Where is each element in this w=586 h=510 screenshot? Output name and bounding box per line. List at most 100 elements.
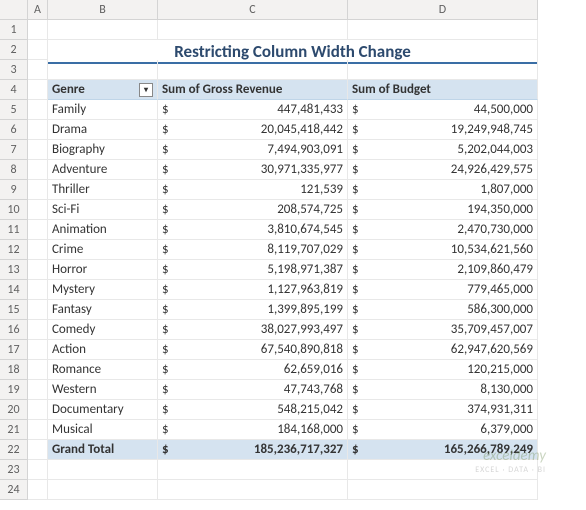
gross-cell[interactable]: $5,198,971,387 bbox=[158, 260, 348, 280]
budget-cell[interactable]: $62,947,620,569 bbox=[348, 340, 538, 360]
row-header-18[interactable]: 18 bbox=[0, 360, 28, 380]
genre-cell[interactable]: Adventure bbox=[48, 160, 158, 180]
genre-cell[interactable]: Western bbox=[48, 380, 158, 400]
gross-cell[interactable]: $208,574,725 bbox=[158, 200, 348, 220]
gross-cell[interactable]: $8,119,707,029 bbox=[158, 240, 348, 260]
budget-cell[interactable]: $44,500,000 bbox=[348, 100, 538, 120]
cell[interactable] bbox=[348, 60, 538, 80]
cell[interactable] bbox=[28, 80, 48, 100]
cell[interactable] bbox=[28, 200, 48, 220]
gross-cell[interactable]: $1,399,895,199 bbox=[158, 300, 348, 320]
gross-cell[interactable]: $447,481,433 bbox=[158, 100, 348, 120]
genre-cell[interactable]: Drama bbox=[48, 120, 158, 140]
budget-cell[interactable]: $35,709,457,007 bbox=[348, 320, 538, 340]
budget-cell[interactable]: $1,807,000 bbox=[348, 180, 538, 200]
gross-cell[interactable]: $548,215,042 bbox=[158, 400, 348, 420]
row-header-3[interactable]: 3 bbox=[0, 60, 28, 80]
genre-cell[interactable]: Musical bbox=[48, 420, 158, 440]
row-header-17[interactable]: 17 bbox=[0, 340, 28, 360]
genre-cell[interactable]: Fantasy bbox=[48, 300, 158, 320]
cell[interactable] bbox=[28, 120, 48, 140]
cell[interactable] bbox=[48, 60, 158, 80]
cell[interactable] bbox=[28, 140, 48, 160]
budget-cell[interactable]: $19,249,948,745 bbox=[348, 120, 538, 140]
row-header-16[interactable]: 16 bbox=[0, 320, 28, 340]
cell[interactable] bbox=[28, 320, 48, 340]
cell[interactable] bbox=[28, 440, 48, 460]
cell[interactable] bbox=[28, 20, 48, 40]
row-header-15[interactable]: 15 bbox=[0, 300, 28, 320]
pivot-header-gross[interactable]: Sum of Gross Revenue bbox=[158, 80, 348, 100]
cell[interactable] bbox=[28, 460, 48, 480]
row-header-22[interactable]: 22 bbox=[0, 440, 28, 460]
budget-cell[interactable]: $24,926,429,575 bbox=[348, 160, 538, 180]
row-header-21[interactable]: 21 bbox=[0, 420, 28, 440]
row-header-20[interactable]: 20 bbox=[0, 400, 28, 420]
cell[interactable] bbox=[28, 180, 48, 200]
genre-cell[interactable]: Romance bbox=[48, 360, 158, 380]
budget-cell[interactable]: $779,465,000 bbox=[348, 280, 538, 300]
budget-cell[interactable]: $8,130,000 bbox=[348, 380, 538, 400]
cell[interactable] bbox=[28, 40, 48, 60]
gross-cell[interactable]: $67,540,890,818 bbox=[158, 340, 348, 360]
row-header-4[interactable]: 4 bbox=[0, 80, 28, 100]
gross-cell[interactable]: $30,971,335,977 bbox=[158, 160, 348, 180]
gross-cell[interactable]: $1,127,963,819 bbox=[158, 280, 348, 300]
filter-icon[interactable]: ▾ bbox=[139, 83, 153, 97]
genre-cell[interactable]: Horror bbox=[48, 260, 158, 280]
row-header-5[interactable]: 5 bbox=[0, 100, 28, 120]
gross-cell[interactable]: $62,659,016 bbox=[158, 360, 348, 380]
pivot-header-genre[interactable]: Genre▾ bbox=[48, 80, 158, 100]
cell[interactable] bbox=[28, 400, 48, 420]
gross-cell[interactable]: $7,494,903,091 bbox=[158, 140, 348, 160]
cell[interactable] bbox=[48, 20, 158, 40]
row-header-6[interactable]: 6 bbox=[0, 120, 28, 140]
budget-cell[interactable]: $10,534,621,560 bbox=[348, 240, 538, 260]
cell[interactable] bbox=[28, 280, 48, 300]
col-header-C[interactable]: C bbox=[158, 0, 348, 20]
cell[interactable] bbox=[28, 380, 48, 400]
genre-cell[interactable]: Biography bbox=[48, 140, 158, 160]
gross-cell[interactable]: $184,168,000 bbox=[158, 420, 348, 440]
budget-cell[interactable]: $194,350,000 bbox=[348, 200, 538, 220]
genre-cell[interactable]: Crime bbox=[48, 240, 158, 260]
row-header-2[interactable]: 2 bbox=[0, 40, 28, 60]
cell[interactable] bbox=[28, 480, 48, 500]
genre-cell[interactable]: Action bbox=[48, 340, 158, 360]
gross-cell[interactable]: $121,539 bbox=[158, 180, 348, 200]
row-header-12[interactable]: 12 bbox=[0, 240, 28, 260]
row-header-1[interactable]: 1 bbox=[0, 20, 28, 40]
row-header-8[interactable]: 8 bbox=[0, 160, 28, 180]
cell[interactable] bbox=[48, 480, 158, 500]
cell[interactable] bbox=[28, 100, 48, 120]
cell[interactable] bbox=[158, 460, 348, 480]
pivot-header-budget[interactable]: Sum of Budget bbox=[348, 80, 538, 100]
cell[interactable] bbox=[28, 340, 48, 360]
cell[interactable] bbox=[348, 20, 538, 40]
budget-cell[interactable]: $374,931,311 bbox=[348, 400, 538, 420]
row-header-13[interactable]: 13 bbox=[0, 260, 28, 280]
grand-total-gross[interactable]: $185,236,717,327 bbox=[158, 440, 348, 460]
cell[interactable] bbox=[158, 480, 348, 500]
budget-cell[interactable]: $6,379,000 bbox=[348, 420, 538, 440]
row-header-7[interactable]: 7 bbox=[0, 140, 28, 160]
cell[interactable] bbox=[28, 160, 48, 180]
row-header-9[interactable]: 9 bbox=[0, 180, 28, 200]
cell[interactable] bbox=[28, 220, 48, 240]
cell[interactable] bbox=[28, 420, 48, 440]
cell[interactable] bbox=[28, 260, 48, 280]
cell[interactable] bbox=[158, 60, 348, 80]
budget-cell[interactable]: $586,300,000 bbox=[348, 300, 538, 320]
row-header-10[interactable]: 10 bbox=[0, 200, 28, 220]
row-header-19[interactable]: 19 bbox=[0, 380, 28, 400]
budget-cell[interactable]: $2,470,730,000 bbox=[348, 220, 538, 240]
budget-cell[interactable]: $5,202,044,003 bbox=[348, 140, 538, 160]
cell[interactable] bbox=[28, 300, 48, 320]
cell[interactable] bbox=[158, 20, 348, 40]
genre-cell[interactable]: Sci-Fi bbox=[48, 200, 158, 220]
genre-cell[interactable]: Thriller bbox=[48, 180, 158, 200]
genre-cell[interactable]: Mystery bbox=[48, 280, 158, 300]
grand-total-label[interactable]: Grand Total bbox=[48, 440, 158, 460]
genre-cell[interactable]: Documentary bbox=[48, 400, 158, 420]
genre-cell[interactable]: Family bbox=[48, 100, 158, 120]
